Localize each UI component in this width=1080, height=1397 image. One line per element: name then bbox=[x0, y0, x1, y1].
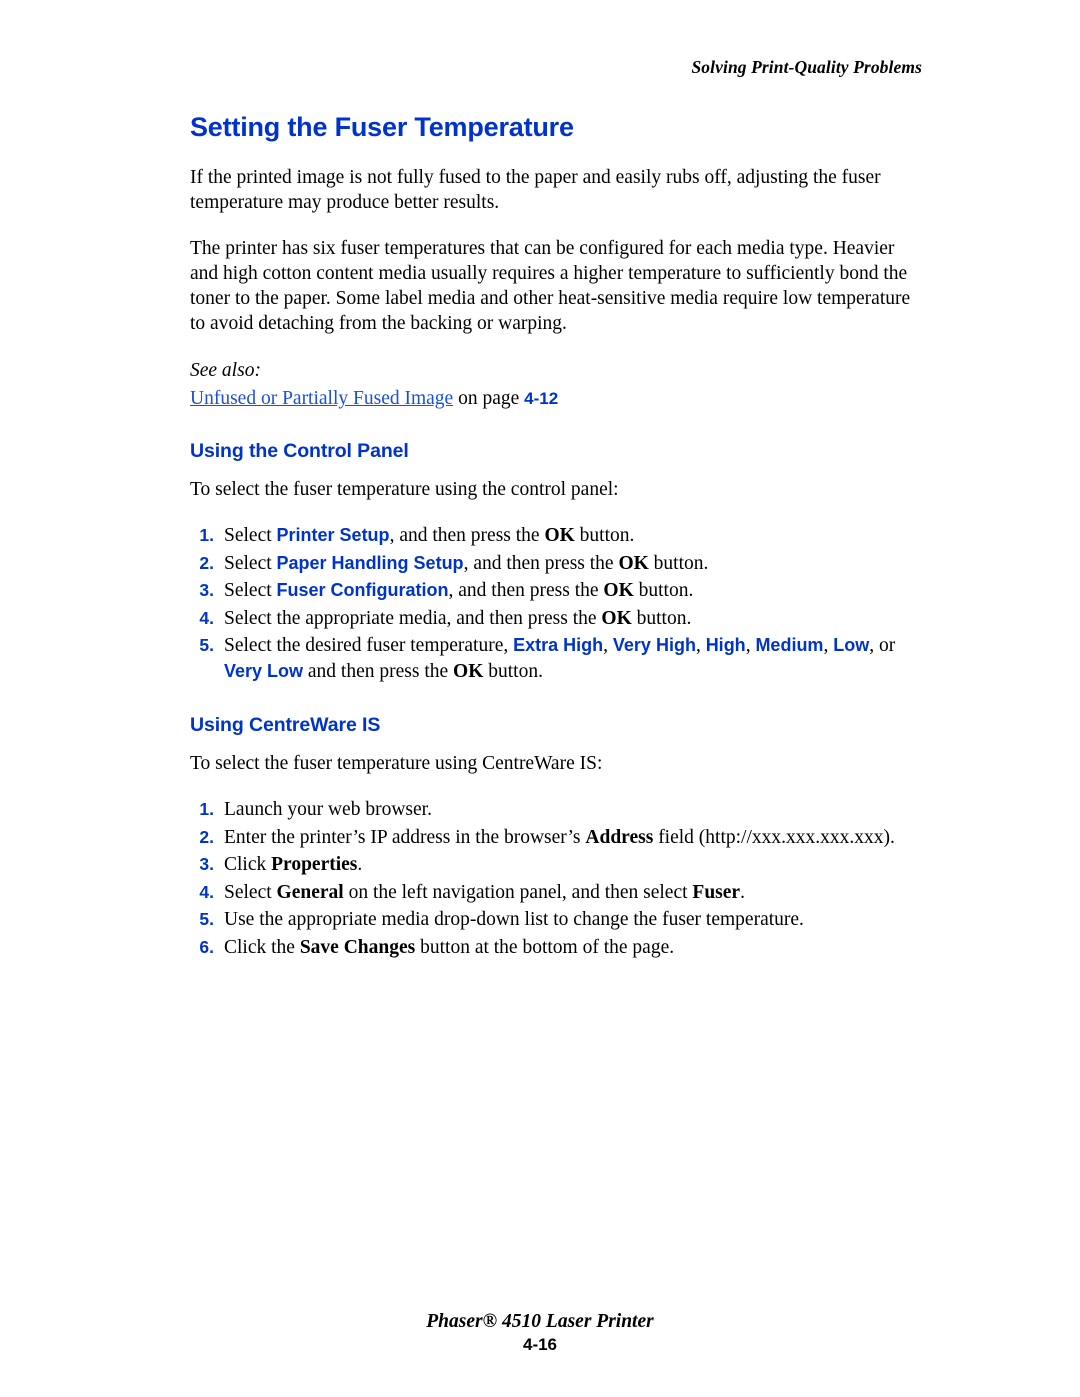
control-panel-step-number: 2. bbox=[199, 552, 214, 573]
cross-reference-tail: on page bbox=[453, 388, 525, 409]
control-panel-step-command: Printer Setup bbox=[276, 525, 390, 545]
centreware-step-emphasis: Fuser bbox=[692, 881, 741, 903]
control-panel-step-emphasis: OK bbox=[544, 525, 575, 546]
centreware-step-text: . bbox=[357, 854, 363, 875]
centreware-step: 6. Click the Save Changes button at the b… bbox=[190, 935, 920, 961]
control-panel-step-text: , and then press the bbox=[448, 580, 604, 601]
control-panel-step-text: button. bbox=[483, 660, 543, 682]
control-panel-step-command: Extra High bbox=[513, 635, 604, 655]
control-panel-step-text: Select bbox=[224, 525, 277, 546]
centreware-step: 3. Click Properties. bbox=[190, 852, 920, 878]
control-panel-step-emphasis: OK bbox=[618, 552, 649, 574]
intro-paragraph-2: The printer has six fuser temperatures t… bbox=[190, 238, 911, 334]
control-panel-step-text: , bbox=[823, 635, 834, 656]
centreware-step-text: on the left navigation panel, and then s… bbox=[343, 881, 693, 903]
footer-page-number: 4-16 bbox=[522, 1335, 558, 1354]
centreware-step-text: . bbox=[740, 881, 745, 903]
centreware-step-text: Launch your web browser. bbox=[224, 799, 432, 820]
centreware-step: 2. Enter the printer’s IP address in the … bbox=[190, 825, 920, 851]
centreware-step-number: 5. bbox=[199, 909, 214, 929]
control-panel-step-text: Select bbox=[224, 580, 277, 601]
control-panel-step-command: Medium bbox=[755, 635, 824, 655]
control-panel-step-emphasis: OK bbox=[603, 580, 634, 601]
control-panel-step-number: 1. bbox=[199, 525, 214, 545]
control-panel-step: 3. Select Fuser Configuration, and then p… bbox=[190, 578, 920, 604]
control-panel-step-text: , bbox=[603, 635, 613, 656]
control-panel-step: 5. Select the desired fuser temperature, … bbox=[190, 633, 920, 684]
control-panel-step-number: 4. bbox=[199, 607, 214, 628]
control-panel-lead-in: To select the fuser temperature using th… bbox=[190, 479, 619, 500]
page-content: Setting the Fuser Temperature If the pri… bbox=[190, 112, 920, 962]
see-also-label: See also: bbox=[190, 360, 261, 381]
centreware-step-text: Click bbox=[224, 854, 272, 875]
centreware-step-emphasis: Save Changes bbox=[299, 936, 416, 958]
centreware-step-number: 4. bbox=[199, 881, 214, 902]
control-panel-step-text: button. bbox=[631, 607, 692, 629]
cross-reference-page: 4-12 bbox=[524, 389, 559, 408]
centreware-step-emphasis: Address bbox=[585, 826, 654, 848]
control-panel-step-text: button. bbox=[633, 580, 694, 601]
centreware-steps: 1. Launch your web browser. 2. Enter the pr… bbox=[190, 797, 920, 960]
centreware-step-number: 3. bbox=[199, 854, 214, 874]
centreware-lead-in: To select the fuser temperature using Ce… bbox=[190, 753, 603, 774]
centreware-step: 4. Select General on the left navigation … bbox=[190, 880, 920, 906]
centreware-step-number: 2. bbox=[199, 826, 214, 847]
control-panel-step-number: 5. bbox=[199, 635, 214, 655]
control-panel-step-text: , or bbox=[869, 635, 896, 656]
control-panel-step-text: Select the appropriate media, and then p… bbox=[224, 607, 602, 629]
document-page: Solving Print-Quality Problems Setting t… bbox=[0, 0, 1080, 1397]
control-panel-step: 2. Select Paper Handling Setup, and then … bbox=[190, 551, 920, 577]
control-panel-step-text: Select the desired fuser temperature, bbox=[224, 635, 514, 656]
control-panel-step-emphasis: OK bbox=[601, 607, 632, 629]
centreware-step: 1. Launch your web browser. bbox=[190, 797, 920, 823]
centreware-step-text: Use the appropriate media drop-down list… bbox=[224, 909, 804, 930]
centreware-step-text: button at the bottom of the page. bbox=[415, 936, 675, 958]
control-panel-steps: 1. Select Printer Setup, and then press t… bbox=[190, 523, 920, 684]
control-panel-step-command: Low bbox=[833, 635, 870, 655]
see-also-reference: Unfused or Partially Fused Image on page… bbox=[190, 388, 920, 410]
centreware-step-text: Click the bbox=[224, 936, 300, 958]
centreware-step-text: field (http://xxx.xxx.xxx.xxx). bbox=[653, 826, 895, 848]
centreware-step: 5. Use the appropriate media drop-down li… bbox=[190, 907, 920, 933]
control-panel-step: 4. Select the appropriate media, and then… bbox=[190, 606, 920, 632]
section-heading-control-panel: Using the Control Panel bbox=[190, 440, 409, 462]
control-panel-step-command: Very High bbox=[612, 635, 696, 655]
footer-product-name: Phaser® 4510 Laser Printer bbox=[426, 1311, 654, 1332]
centreware-step-number: 6. bbox=[199, 936, 214, 957]
control-panel-step-text: , and then press the bbox=[463, 552, 619, 574]
control-panel-step-text: , bbox=[695, 635, 706, 656]
page-footer: Phaser® 4510 Laser Printer 4-16 bbox=[0, 1311, 1080, 1355]
control-panel-step-text: button. bbox=[648, 552, 709, 574]
page-title: Setting the Fuser Temperature bbox=[190, 112, 574, 142]
control-panel-step-command: High bbox=[705, 635, 746, 655]
control-panel-step-emphasis: OK bbox=[453, 660, 484, 682]
running-header: Solving Print-Quality Problems bbox=[691, 57, 922, 77]
control-panel-step-text: and then press the bbox=[303, 660, 454, 682]
control-panel-step-text: , and then press the bbox=[389, 525, 545, 546]
control-panel-step: 1. Select Printer Setup, and then press t… bbox=[190, 523, 920, 549]
control-panel-step-command: Paper Handling Setup bbox=[276, 552, 464, 573]
centreware-step-text: Select bbox=[224, 881, 277, 903]
centreware-step-emphasis: General bbox=[276, 881, 344, 903]
section-heading-centreware: Using CentreWare IS bbox=[190, 714, 381, 736]
control-panel-step-text: Select bbox=[224, 552, 277, 574]
control-panel-step-number: 3. bbox=[199, 580, 214, 600]
centreware-step-number: 1. bbox=[199, 799, 214, 819]
control-panel-step-text: button. bbox=[574, 525, 635, 546]
centreware-step-emphasis: Properties bbox=[271, 854, 358, 875]
centreware-step-text: Enter the printer’s IP address in the br… bbox=[224, 826, 586, 848]
control-panel-step-command: Very Low bbox=[224, 660, 304, 681]
control-panel-step-command: Fuser Configuration bbox=[276, 580, 449, 600]
control-panel-step-text: , bbox=[745, 635, 756, 656]
cross-reference-link[interactable]: Unfused or Partially Fused Image bbox=[190, 388, 453, 409]
intro-paragraph-1: If the printed image is not fully fused … bbox=[190, 167, 881, 213]
